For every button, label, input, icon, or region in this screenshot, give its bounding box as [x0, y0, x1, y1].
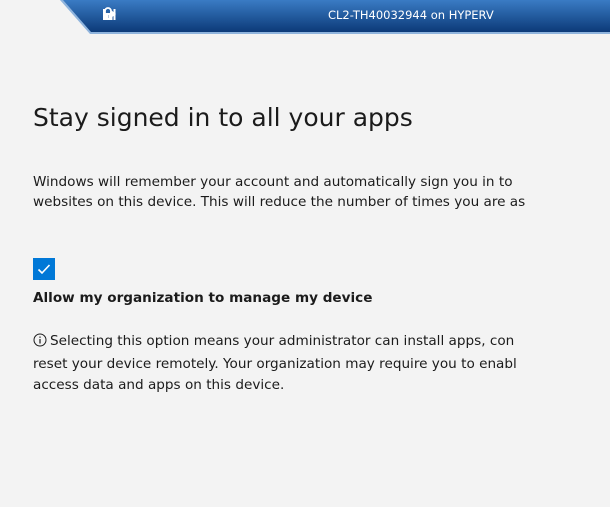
- info-line: access data and apps on this device.: [33, 377, 285, 393]
- info-text: Selecting this option means your adminis…: [33, 331, 610, 396]
- connection-bar-icons: [102, 7, 118, 23]
- page-title: Stay signed in to all your apps: [33, 103, 413, 132]
- info-line: Selecting this option means your adminis…: [33, 331, 610, 354]
- info-icon: [33, 333, 47, 354]
- info-line: reset your device remotely. Your organiz…: [33, 356, 517, 372]
- connection-title: CL2-TH40032944 on HYPERV: [328, 8, 494, 22]
- manage-device-checkbox[interactable]: [33, 258, 55, 280]
- checkmark-icon: [37, 264, 51, 275]
- info-line-text: Selecting this option means your adminis…: [50, 333, 515, 349]
- manage-device-label[interactable]: Allow my organization to manage my devic…: [33, 290, 372, 306]
- page: CL2-TH40032944 on HYPERV Stay signed in …: [0, 0, 610, 507]
- connection-bar: CL2-TH40032944 on HYPERV: [60, 0, 610, 34]
- description: Windows will remember your account and a…: [33, 172, 610, 212]
- description-line: websites on this device. This will reduc…: [33, 194, 526, 210]
- description-line: Windows will remember your account and a…: [33, 174, 513, 190]
